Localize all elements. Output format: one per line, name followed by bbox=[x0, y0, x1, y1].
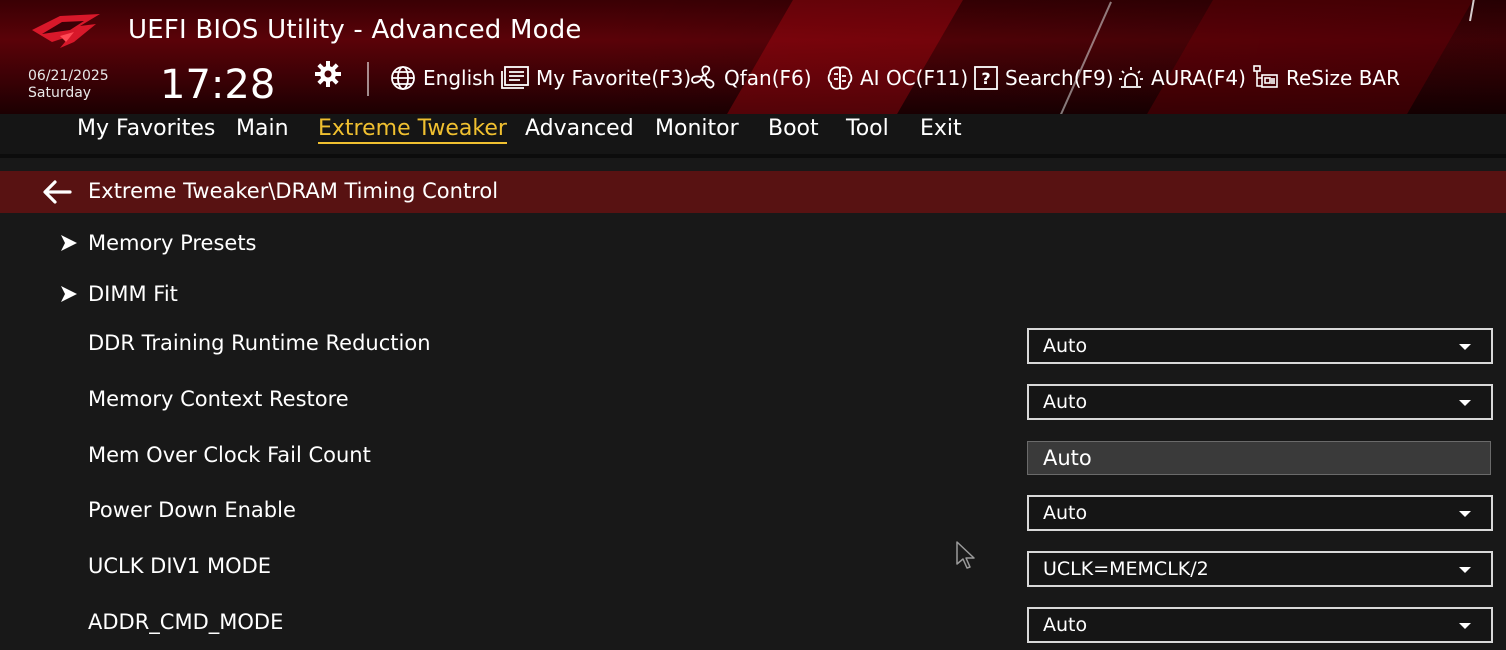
svg-text:?: ? bbox=[981, 69, 990, 88]
globe-icon bbox=[391, 66, 415, 90]
tab-exit[interactable]: Exit bbox=[920, 116, 962, 141]
qfan-button[interactable]: Qfan(F6) bbox=[690, 64, 812, 92]
aura-label: AURA(F4) bbox=[1151, 66, 1246, 90]
tab-advanced[interactable]: Advanced bbox=[525, 116, 634, 141]
dropdown-value: Auto bbox=[1043, 335, 1088, 357]
favorite-list-icon bbox=[501, 66, 529, 89]
resize-bar-label: ReSize BAR bbox=[1286, 66, 1401, 90]
addr-cmd-mode-dropdown[interactable]: Auto bbox=[1027, 607, 1493, 643]
tab-my-favorites[interactable]: My Favorites bbox=[77, 116, 215, 141]
mem-over-clock-fail-count-input[interactable]: Auto bbox=[1027, 441, 1491, 475]
mouse-pointer-icon bbox=[956, 541, 975, 569]
menu-divider bbox=[0, 154, 1506, 158]
header-separator bbox=[367, 62, 369, 96]
dropdown-value: UCLK=MEMCLK/2 bbox=[1043, 558, 1209, 580]
chevron-down-icon bbox=[1459, 400, 1471, 406]
search-button[interactable]: ? Search(F9) bbox=[973, 64, 1114, 92]
weekday-text: Saturday bbox=[28, 85, 92, 101]
rog-logo-icon bbox=[32, 14, 100, 48]
header-bar: UEFI BIOS Utility - Advanced Mode 06/21/… bbox=[0, 0, 1506, 114]
ddr-training-runtime-reduction-dropdown[interactable]: Auto bbox=[1027, 328, 1493, 364]
date-display: 06/21/2025 Saturday bbox=[28, 68, 109, 102]
header-decoration bbox=[1049, 1, 1112, 114]
fan-icon bbox=[691, 65, 715, 89]
chevron-down-icon bbox=[1459, 511, 1471, 517]
chevron-down-icon bbox=[1459, 623, 1471, 629]
tab-tool[interactable]: Tool bbox=[846, 116, 889, 141]
input-value: Auto bbox=[1043, 446, 1092, 470]
search-label: Search(F9) bbox=[1005, 66, 1114, 90]
help-search-icon: ? bbox=[974, 66, 998, 90]
power-down-enable-dropdown[interactable]: Auto bbox=[1027, 495, 1493, 531]
language-label: English bbox=[423, 66, 496, 90]
uclk-div1-mode-dropdown[interactable]: UCLK=MEMCLK/2 bbox=[1027, 551, 1493, 587]
aura-light-icon bbox=[1119, 67, 1143, 88]
settings-gear-icon[interactable] bbox=[314, 60, 342, 88]
my-favorite-button[interactable]: My Favorite(F3) bbox=[500, 64, 691, 92]
ai-oc-button[interactable]: AI OC(F11) bbox=[826, 64, 968, 92]
dropdown-value: Auto bbox=[1043, 391, 1088, 413]
my-favorite-label: My Favorite(F3) bbox=[536, 66, 692, 90]
dropdown-value: Auto bbox=[1043, 502, 1088, 524]
main-menu-bar: My Favorites Main Extreme Tweaker Advanc… bbox=[0, 114, 1506, 154]
tab-boot[interactable]: Boot bbox=[768, 116, 819, 141]
breadcrumb: Extreme Tweaker\DRAM Timing Control bbox=[0, 171, 1506, 213]
chevron-down-icon bbox=[1459, 344, 1471, 350]
submenu-label: Memory Presets bbox=[88, 231, 257, 255]
tab-extreme-tweaker[interactable]: Extreme Tweaker bbox=[318, 116, 507, 144]
submenu-label: DIMM Fit bbox=[88, 282, 178, 306]
setting-label-power-down-enable: Power Down Enable bbox=[88, 498, 296, 522]
setting-label-mem-over-clock-fail-count: Mem Over Clock Fail Count bbox=[88, 443, 371, 467]
memory-context-restore-dropdown[interactable]: Auto bbox=[1027, 384, 1493, 420]
aura-button[interactable]: AURA(F4) bbox=[1117, 64, 1246, 92]
dropdown-value: Auto bbox=[1043, 614, 1088, 636]
setting-label-memory-context-restore: Memory Context Restore bbox=[88, 387, 349, 411]
app-title: UEFI BIOS Utility - Advanced Mode bbox=[128, 15, 582, 45]
ai-oc-label: AI OC(F11) bbox=[860, 66, 969, 90]
resize-bar-button[interactable]: ReSize BAR bbox=[1252, 64, 1400, 92]
setting-label-addr-cmd-mode: ADDR_CMD_MODE bbox=[88, 610, 284, 634]
breadcrumb-path: Extreme Tweaker\DRAM Timing Control bbox=[88, 179, 499, 203]
tab-monitor[interactable]: Monitor bbox=[655, 116, 739, 141]
resize-bar-icon bbox=[1253, 65, 1278, 88]
qfan-label: Qfan(F6) bbox=[724, 66, 812, 90]
setting-label-uclk-div1-mode: UCLK DIV1 MODE bbox=[88, 554, 272, 578]
back-arrow-icon[interactable] bbox=[42, 179, 72, 205]
date-text: 06/21/2025 bbox=[28, 68, 109, 84]
submenu-arrow-icon bbox=[61, 235, 77, 251]
chevron-down-icon bbox=[1459, 567, 1471, 573]
tab-main[interactable]: Main bbox=[236, 116, 289, 141]
ai-chip-icon bbox=[827, 66, 853, 90]
setting-label-ddr-training-runtime-reduction: DDR Training Runtime Reduction bbox=[88, 331, 431, 355]
clock-display: 17:28 bbox=[160, 62, 276, 108]
language-button[interactable]: English bbox=[389, 64, 495, 92]
header-decoration bbox=[727, 0, 963, 114]
submenu-arrow-icon bbox=[61, 286, 77, 302]
header-decoration bbox=[1147, 0, 1473, 114]
